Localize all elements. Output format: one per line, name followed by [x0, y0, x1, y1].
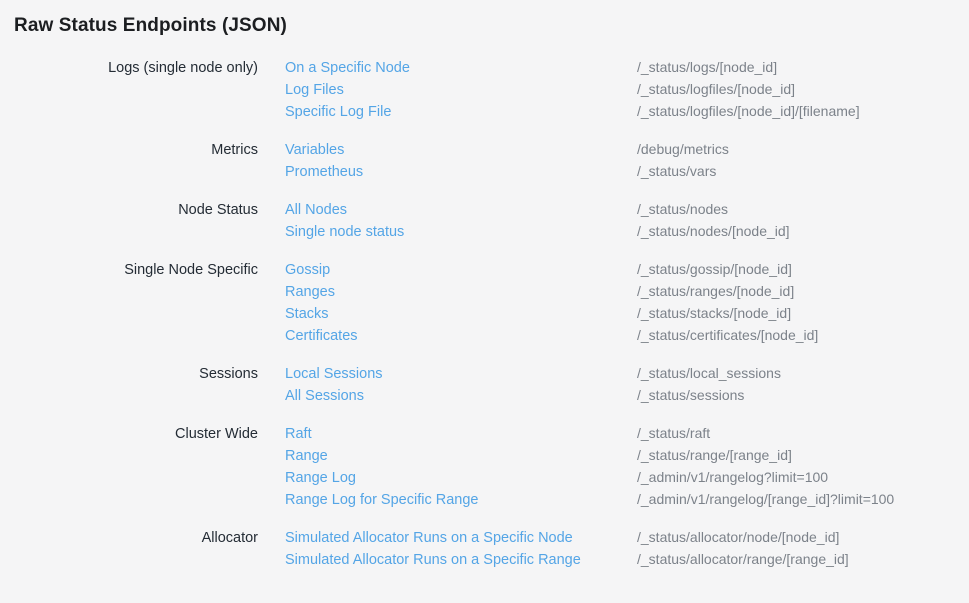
endpoint-path: /_status/range/[range_id] — [637, 444, 969, 466]
endpoint-link[interactable]: Range Log — [285, 467, 637, 489]
endpoint-path: /_status/vars — [637, 160, 969, 182]
endpoint-link[interactable]: On a Specific Node — [285, 57, 637, 79]
endpoint-link[interactable]: Simulated Allocator Runs on a Specific N… — [285, 527, 637, 549]
endpoint-path: /_status/sessions — [637, 384, 969, 406]
endpoint-row: Prometheus /_status/vars — [14, 160, 969, 182]
endpoint-row: Range Log /_admin/v1/rangelog?limit=100 — [14, 466, 969, 488]
endpoint-path: /_status/stacks/[node_id] — [637, 302, 969, 324]
endpoint-row: Single node status /_status/nodes/[node_… — [14, 220, 969, 242]
endpoint-table: Logs (single node only) On a Specific No… — [14, 56, 969, 570]
endpoint-link[interactable]: Range Log for Specific Range — [285, 489, 637, 511]
endpoint-path: /_status/nodes — [637, 198, 969, 220]
endpoint-row: Certificates /_status/certificates/[node… — [14, 324, 969, 346]
endpoint-row: All Sessions /_status/sessions — [14, 384, 969, 406]
endpoint-row: Stacks /_status/stacks/[node_id] — [14, 302, 969, 324]
endpoint-row: Range Log for Specific Range /_admin/v1/… — [14, 488, 969, 510]
endpoint-row: Metrics Variables /debug/metrics — [14, 138, 969, 160]
endpoint-link[interactable]: Local Sessions — [285, 363, 637, 385]
page-title: Raw Status Endpoints (JSON) — [14, 13, 969, 39]
category-label: Metrics — [14, 139, 258, 161]
endpoint-path: /_admin/v1/rangelog/[range_id]?limit=100 — [637, 488, 969, 510]
endpoint-link[interactable]: Raft — [285, 423, 637, 445]
endpoint-path: /_status/logfiles/[node_id] — [637, 78, 969, 100]
endpoint-path: /_status/logfiles/[node_id]/[filename] — [637, 100, 969, 122]
endpoint-path: /_status/ranges/[node_id] — [637, 280, 969, 302]
endpoint-link[interactable]: Range — [285, 445, 637, 467]
endpoint-row: Log Files /_status/logfiles/[node_id] — [14, 78, 969, 100]
endpoint-path: /_status/allocator/range/[range_id] — [637, 548, 969, 570]
endpoint-path: /debug/metrics — [637, 138, 969, 160]
endpoint-link[interactable]: Single node status — [285, 221, 637, 243]
endpoint-link[interactable]: Ranges — [285, 281, 637, 303]
category-label: Logs (single node only) — [14, 57, 258, 79]
endpoint-link[interactable]: Stacks — [285, 303, 637, 325]
debug-page: Raw Status Endpoints (JSON) Logs (single… — [0, 0, 969, 570]
category-label: Cluster Wide — [14, 423, 258, 445]
endpoint-link[interactable]: Prometheus — [285, 161, 637, 183]
endpoint-row: Single Node Specific Gossip /_status/gos… — [14, 258, 969, 280]
endpoint-link[interactable]: Certificates — [285, 325, 637, 347]
endpoint-row: Logs (single node only) On a Specific No… — [14, 56, 969, 78]
endpoint-row: Simulated Allocator Runs on a Specific R… — [14, 548, 969, 570]
endpoint-row: Range /_status/range/[range_id] — [14, 444, 969, 466]
endpoint-path: /_status/local_sessions — [637, 362, 969, 384]
endpoint-path: /_status/raft — [637, 422, 969, 444]
endpoint-row: Specific Log File /_status/logfiles/[nod… — [14, 100, 969, 122]
category-label: Node Status — [14, 199, 258, 221]
category-label: Single Node Specific — [14, 259, 258, 281]
endpoint-link[interactable]: Simulated Allocator Runs on a Specific R… — [285, 549, 637, 571]
category-label: Allocator — [14, 527, 258, 549]
endpoint-path: /_status/gossip/[node_id] — [637, 258, 969, 280]
endpoint-row: Allocator Simulated Allocator Runs on a … — [14, 526, 969, 548]
endpoint-path: /_status/certificates/[node_id] — [637, 324, 969, 346]
endpoint-path: /_status/allocator/node/[node_id] — [637, 526, 969, 548]
endpoint-link[interactable]: Variables — [285, 139, 637, 161]
endpoint-path: /_admin/v1/rangelog?limit=100 — [637, 466, 969, 488]
endpoint-row: Node Status All Nodes /_status/nodes — [14, 198, 969, 220]
endpoint-row: Cluster Wide Raft /_status/raft — [14, 422, 969, 444]
endpoint-link[interactable]: Specific Log File — [285, 101, 637, 123]
category-label: Sessions — [14, 363, 258, 385]
endpoint-path: /_status/logs/[node_id] — [637, 56, 969, 78]
endpoint-link[interactable]: All Sessions — [285, 385, 637, 407]
endpoint-row: Sessions Local Sessions /_status/local_s… — [14, 362, 969, 384]
endpoint-path: /_status/nodes/[node_id] — [637, 220, 969, 242]
endpoint-link[interactable]: All Nodes — [285, 199, 637, 221]
endpoint-link[interactable]: Log Files — [285, 79, 637, 101]
endpoint-link[interactable]: Gossip — [285, 259, 637, 281]
endpoint-row: Ranges /_status/ranges/[node_id] — [14, 280, 969, 302]
